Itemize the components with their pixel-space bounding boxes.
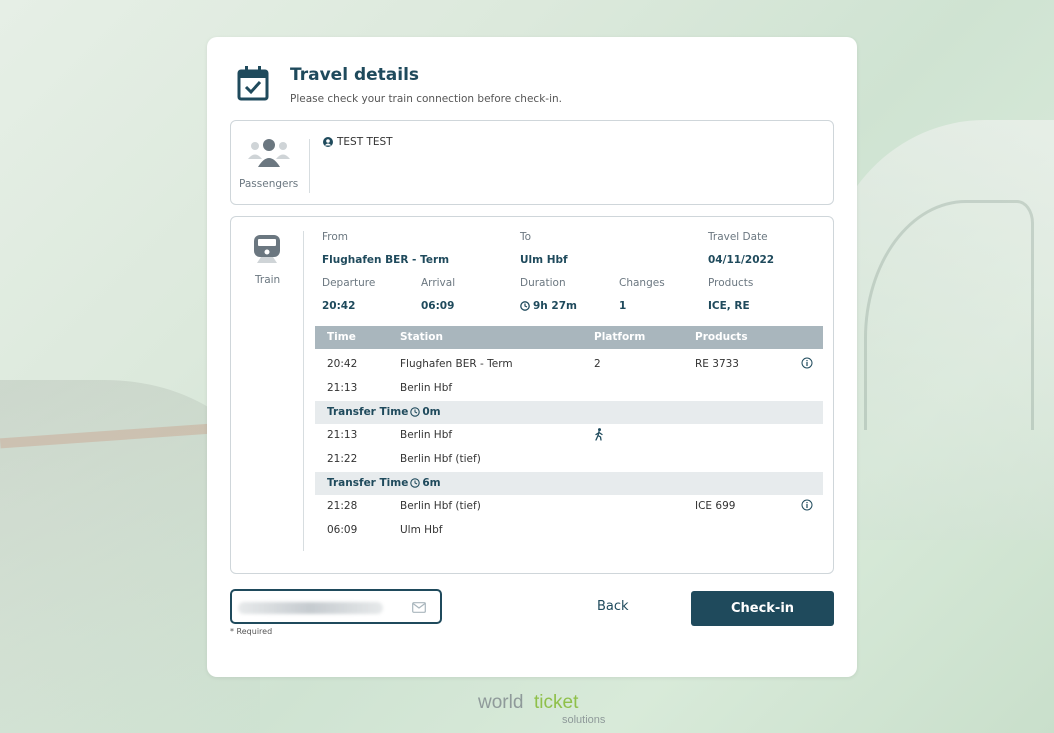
arrival-label: Arrival <box>421 277 456 289</box>
clock-icon <box>520 301 530 311</box>
travel-details-card: Travel details Please check your train c… <box>207 37 857 677</box>
table-row: 21:28 Berlin Hbf (tief) ICE 699 <box>315 495 823 519</box>
table-row: 06:09 Ulm Hbf <box>315 519 823 543</box>
passengers-summary: Passengers <box>231 121 311 206</box>
train-icon <box>254 235 280 263</box>
transfer-label: Transfer Time <box>327 406 409 418</box>
transfer-row: Transfer Time 6m <box>315 472 823 495</box>
travel-date-value: 04/11/2022 <box>708 254 775 266</box>
info-icon[interactable] <box>801 357 813 369</box>
back-button[interactable]: Back <box>597 599 629 614</box>
row-time: 21:13 <box>327 382 358 394</box>
logo-text-world: world <box>478 692 524 713</box>
transfer-row: Transfer Time 0m <box>315 401 823 424</box>
mode-label: Train <box>255 274 281 286</box>
envelope-icon <box>412 602 426 613</box>
passenger-name: TEST TEST <box>337 136 393 148</box>
background-decoration <box>824 120 1054 540</box>
passengers-section: Passengers TEST TEST <box>230 120 834 205</box>
divider <box>303 231 304 551</box>
table-row: 21:13 Berlin Hbf <box>315 377 823 401</box>
page-subtitle: Please check your train connection befor… <box>290 93 562 105</box>
table-row: 21:13 Berlin Hbf <box>315 424 823 448</box>
user-circle-icon <box>323 137 333 147</box>
transfer-info: Transfer Time 6m <box>327 477 441 489</box>
arrival-value: 06:09 <box>421 300 455 312</box>
departure-value: 20:42 <box>322 300 356 312</box>
divider <box>309 139 310 193</box>
row-product: RE 3733 <box>695 358 739 370</box>
passengers-icon <box>248 139 290 167</box>
row-station: Berlin Hbf (tief) <box>400 500 481 512</box>
calendar-check-icon <box>237 66 269 101</box>
connection-table: Time Station Platform Products 20:42 Flu… <box>315 326 823 543</box>
email-value-obscured <box>238 602 383 614</box>
clock-icon <box>410 478 421 488</box>
departure-label: Departure <box>322 277 376 289</box>
transfer-label: Transfer Time <box>327 477 409 489</box>
table-row: 21:22 Berlin Hbf (tief) <box>315 448 823 472</box>
table-row: 20:42 Flughafen BER - Term 2 RE 3733 <box>315 353 823 377</box>
row-time: 06:09 <box>327 524 358 536</box>
background-decoration <box>864 200 1034 430</box>
required-note: * Required <box>230 627 273 636</box>
logo-text-solutions: solutions <box>562 714 606 726</box>
row-station: Ulm Hbf <box>400 524 443 536</box>
products-value: ICE, RE <box>708 300 750 312</box>
from-value: Flughafen BER - Term <box>322 254 450 266</box>
train-journey-section: Train From Flughafen BER - Term To Ulm H… <box>230 216 834 574</box>
row-platform: 2 <box>594 358 601 370</box>
row-station: Berlin Hbf (tief) <box>400 453 481 465</box>
row-time: 21:13 <box>327 429 358 441</box>
passenger-item: TEST TEST <box>323 136 393 148</box>
transfer-info: Transfer Time 0m <box>327 406 441 418</box>
table-header: Time Station Platform Products <box>315 326 823 349</box>
duration-value-wrap: 9h 27m <box>520 300 577 312</box>
to-value: Ulm Hbf <box>520 254 568 266</box>
header-platform: Platform <box>594 331 646 343</box>
to-label: To <box>520 231 532 243</box>
header-time: Time <box>327 331 356 343</box>
from-label: From <box>322 231 349 243</box>
transfer-value: 0m <box>422 406 441 418</box>
row-time: 21:22 <box>327 453 358 465</box>
header-products: Products <box>695 331 748 343</box>
products-label: Products <box>708 277 754 289</box>
transfer-value: 6m <box>422 477 441 489</box>
worldticket-logo: world ticket solutions <box>478 692 618 732</box>
logo-text-ticket: ticket <box>534 692 579 713</box>
walking-icon <box>595 428 603 441</box>
page-title: Travel details <box>290 65 420 85</box>
row-product: ICE 699 <box>695 500 736 512</box>
travel-date-label: Travel Date <box>708 231 768 243</box>
passengers-label: Passengers <box>239 178 299 190</box>
duration-value: 9h 27m <box>533 300 577 312</box>
duration-label: Duration <box>520 277 566 289</box>
row-time: 21:28 <box>327 500 358 512</box>
changes-label: Changes <box>619 277 665 289</box>
row-station: Berlin Hbf <box>400 429 453 441</box>
header-station: Station <box>400 331 443 343</box>
check-in-button[interactable]: Check-in <box>691 591 834 626</box>
info-icon[interactable] <box>801 499 813 511</box>
changes-value: 1 <box>619 300 627 312</box>
clock-icon <box>410 407 421 417</box>
row-station: Flughafen BER - Term <box>400 358 513 370</box>
row-station: Berlin Hbf <box>400 382 453 394</box>
row-time: 20:42 <box>327 358 358 370</box>
background-decoration <box>0 421 241 449</box>
email-field[interactable] <box>230 589 442 624</box>
